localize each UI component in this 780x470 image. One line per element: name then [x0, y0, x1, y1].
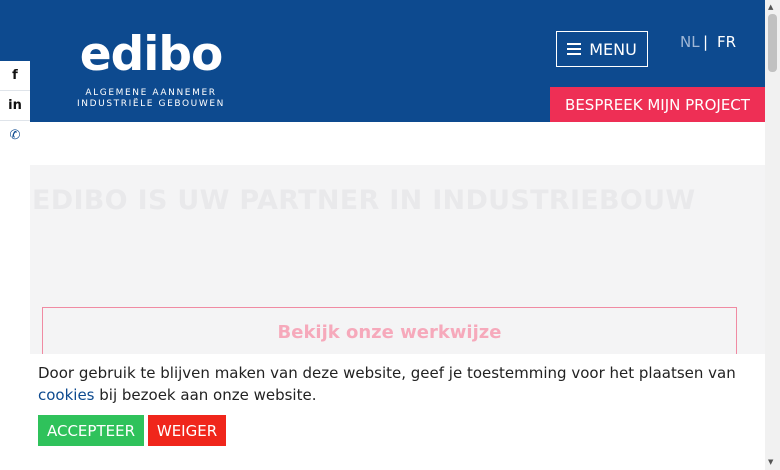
cookies-link[interactable]: cookies — [38, 386, 95, 404]
workflow-label: Bekijk onze werkwijze — [277, 322, 502, 343]
logo-wordmark: edibo — [79, 27, 224, 82]
refuse-cookies-button[interactable]: WEIGER — [148, 415, 226, 446]
site-header: edibo ALGEMENE AANNEMER INDUSTRIËLE GEBO… — [0, 0, 765, 122]
cookie-banner: Door gebruik te blijven maken van deze w… — [0, 354, 765, 470]
language-nl-link[interactable]: NL — [680, 34, 700, 50]
language-fr-link[interactable]: FR — [717, 34, 736, 50]
accept-cookies-button[interactable]: ACCEPTEER — [38, 415, 144, 446]
hamburger-icon — [567, 43, 582, 55]
cookie-text-before: Door gebruik te blijven maken van deze w… — [38, 364, 736, 382]
scrollbar-thumb[interactable] — [768, 14, 777, 72]
cookie-text-after: bij bezoek aan onze website. — [94, 386, 317, 404]
social-sidebar: f in ✆ — [0, 61, 30, 150]
hero-title: EDIBO IS UW PARTNER IN INDUSTRIEBOUW — [32, 185, 696, 216]
linkedin-icon[interactable]: in — [0, 91, 30, 121]
logo-tagline-2: INDUSTRIËLE GEBOUWEN — [77, 99, 225, 109]
facebook-icon[interactable]: f — [0, 61, 30, 91]
discuss-project-button[interactable]: BESPREEK MIJN PROJECT — [550, 87, 765, 122]
phone-icon[interactable]: ✆ — [0, 121, 30, 150]
language-separator: | — [703, 33, 709, 51]
logo-tagline-1: ALGEMENE AANNEMER — [85, 88, 217, 98]
menu-button[interactable]: MENU — [556, 31, 648, 67]
scroll-down-icon[interactable]: ▼ — [768, 458, 773, 466]
scroll-up-icon[interactable]: ▲ — [768, 3, 773, 11]
page-scrollbar[interactable]: ▲ ▼ — [765, 0, 780, 470]
edibo-logo[interactable]: edibo ALGEMENE AANNEMER INDUSTRIËLE GEBO… — [58, 28, 244, 110]
cookie-message: Door gebruik te blijven maken van deze w… — [38, 362, 738, 406]
menu-label: MENU — [589, 39, 637, 59]
